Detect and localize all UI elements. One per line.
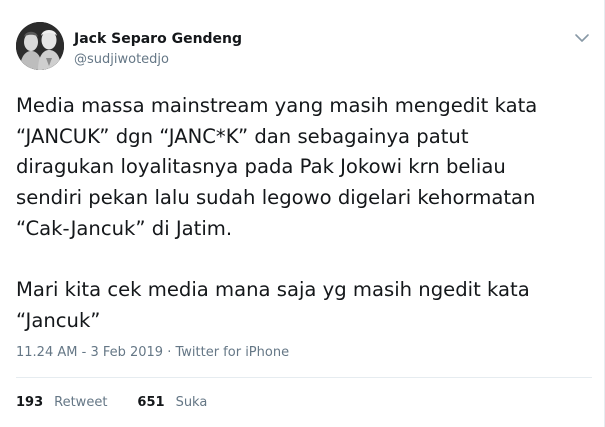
author-name[interactable]: Jack Separo Gendeng xyxy=(74,31,242,47)
retweets-count: 193 xyxy=(16,395,44,410)
tweet-stats: 193 Retweet 651 Suka xyxy=(16,395,237,410)
author-handle[interactable]: @sudjiwotedjo xyxy=(74,52,169,67)
tweet-card: Jack Separo Gendeng @sudjiwotedjo Media … xyxy=(0,0,605,427)
retweets-stat[interactable]: 193 Retweet xyxy=(16,395,107,410)
tweet-source[interactable]: Twitter for iPhone xyxy=(175,345,289,360)
chevron-down-icon[interactable] xyxy=(572,30,592,46)
likes-label: Suka xyxy=(175,395,208,410)
likes-count: 651 xyxy=(137,395,165,410)
tweet-meta: 11.24 AM - 3 Feb 2019 · Twitter for iPho… xyxy=(16,345,289,360)
retweets-label: Retweet xyxy=(54,395,108,410)
avatar[interactable] xyxy=(16,22,64,70)
tweet-text: Media massa mainstream yang masih menged… xyxy=(16,94,538,332)
divider xyxy=(16,377,592,378)
tweet-time[interactable]: 11.24 AM xyxy=(16,345,77,360)
tweet-date[interactable]: 3 Feb 2019 xyxy=(90,345,163,360)
likes-stat[interactable]: 651 Suka xyxy=(137,395,207,410)
